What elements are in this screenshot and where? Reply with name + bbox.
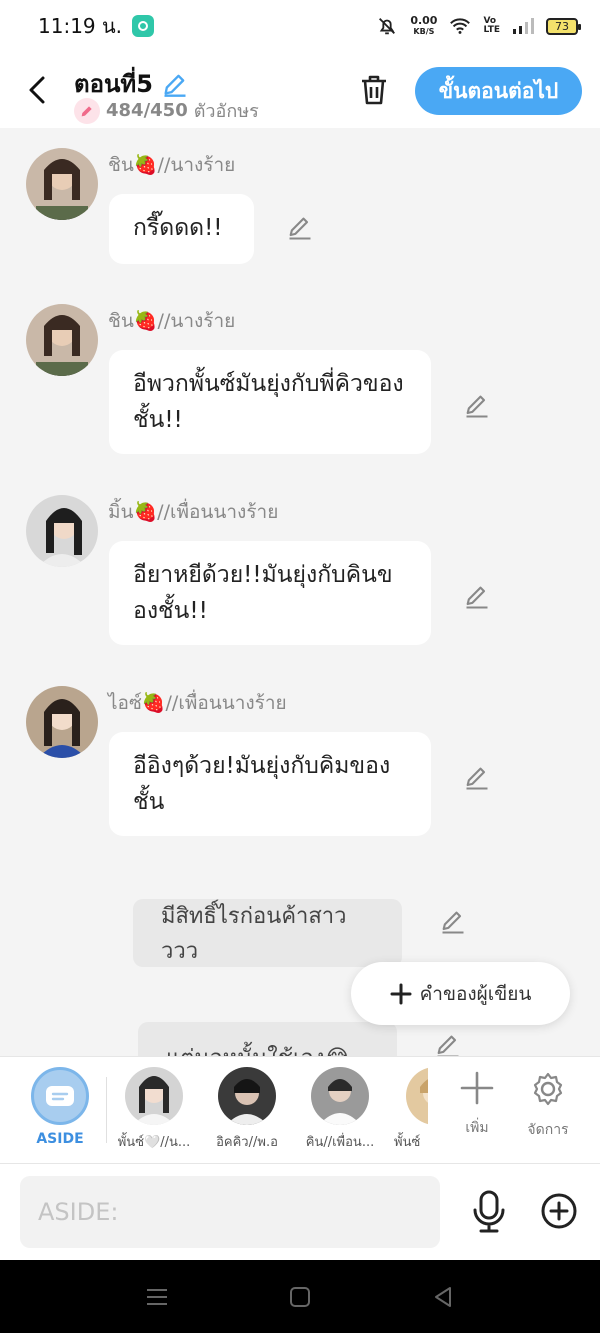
dialogue-bubble[interactable]: อีพวกพั้นซ์มันยุ่งกับพี่คิวของชั้น!! xyxy=(109,350,431,454)
avatar[interactable] xyxy=(26,148,98,220)
character-selector-label: คิน//เพื่อน... xyxy=(305,1135,375,1150)
character-selector-item[interactable]: คิน//เพื่อน... xyxy=(298,1067,382,1152)
aside-selector[interactable]: ASIDE xyxy=(18,1067,102,1147)
volte-icon: Vo LTE xyxy=(483,16,500,35)
aside-chat-icon xyxy=(46,1086,74,1106)
gear-icon xyxy=(533,1072,563,1106)
avatar xyxy=(125,1067,183,1125)
character-selector-label: พั้นซ์🤍//น... xyxy=(117,1135,191,1150)
message-input[interactable] xyxy=(20,1176,440,1248)
home-icon[interactable] xyxy=(285,1282,315,1312)
battery-icon: 73 xyxy=(546,17,581,35)
system-nav-bar xyxy=(0,1260,600,1333)
add-character-button[interactable]: เพิ่ม xyxy=(441,1071,513,1139)
edit-icon[interactable] xyxy=(463,764,491,792)
app-notification-icon xyxy=(132,15,155,37)
char-count: 484/450 xyxy=(106,100,188,121)
character-selector-label: อิคคิว//พ.อ xyxy=(216,1135,278,1150)
dialogue-bubble[interactable]: อีอิงๆด้วย!มันยุ่งกับคิมของชั้น xyxy=(109,732,431,836)
character-selector-item[interactable]: อิคคิว//พ.อ xyxy=(205,1067,289,1152)
status-time: 11:19 น. xyxy=(38,14,123,38)
network-speed: 0.00 KB/S xyxy=(410,14,438,36)
mute-bell-icon xyxy=(379,18,396,35)
signal-icon xyxy=(513,18,534,34)
dialogue-bubble[interactable]: กรี๊ดดด!! xyxy=(109,194,254,264)
menu-icon[interactable] xyxy=(142,1282,172,1312)
avatar[interactable] xyxy=(26,686,98,758)
author-words-label: คำของผู้เขียน xyxy=(419,982,532,1005)
edit-icon[interactable] xyxy=(463,583,491,611)
aside-selector-label: ASIDE xyxy=(36,1131,84,1147)
add-character-label: เพิ่ม xyxy=(465,1120,489,1136)
avatar xyxy=(311,1067,369,1125)
delete-button[interactable] xyxy=(356,72,392,108)
edit-icon[interactable] xyxy=(463,392,491,420)
aside-bubble[interactable]: มีสิทธิ์ไรก่อนค้าสาวววว xyxy=(133,899,402,967)
add-circle-icon[interactable] xyxy=(540,1192,578,1230)
manage-characters-button[interactable]: จัดการ xyxy=(512,1071,584,1141)
status-bar: 11:19 น. 0.00 KB/S Vo LTE 73 xyxy=(0,0,600,52)
wifi-icon xyxy=(450,18,471,34)
next-step-button[interactable]: ขั้นตอนต่อไป xyxy=(415,67,582,115)
chevron-left-icon xyxy=(29,76,45,104)
char-count-label: ตัวอักษร xyxy=(193,101,259,122)
edit-icon[interactable] xyxy=(439,908,467,936)
author-words-button[interactable]: คำของผู้เขียน xyxy=(351,962,570,1025)
char-count-row: 484/450 ตัวอักษร xyxy=(74,96,259,125)
character-selector-item[interactable]: พั้นซ์🤍//น... xyxy=(112,1067,196,1152)
avatar xyxy=(218,1067,276,1125)
character-selector-item[interactable]: พั้นซ์ xyxy=(388,1067,428,1152)
edit-icon[interactable] xyxy=(286,214,314,242)
aside-ring xyxy=(31,1067,89,1125)
character-selector-bar: ASIDE พั้นซ์🤍//น... อิคคิว//พ.อ คิน//เพื… xyxy=(0,1056,600,1164)
character-name: ชิน🍓//นางร้าย xyxy=(108,310,236,332)
character-name: มิ้น🍓//เพื่อนนางร้าย xyxy=(108,501,279,523)
back-triangle-icon[interactable] xyxy=(428,1282,458,1312)
character-selector-label: พั้นซ์ xyxy=(394,1135,421,1150)
avatar[interactable] xyxy=(26,304,98,376)
back-button[interactable] xyxy=(22,70,52,110)
plus-icon xyxy=(390,983,412,1004)
app-header: ตอนที่5 484/450 ตัวอักษร ขั้นตอนต่อไป xyxy=(0,52,600,128)
trash-icon xyxy=(362,75,386,105)
status-icons: 0.00 KB/S Vo LTE 73 xyxy=(376,14,581,37)
chat-area[interactable]: ชิน🍓//นางร้าย กรี๊ดดด!! ชิน🍓//นางร้าย อี… xyxy=(0,128,600,1056)
avatar[interactable] xyxy=(26,495,98,567)
edit-icon[interactable] xyxy=(434,1032,462,1056)
microphone-icon[interactable] xyxy=(470,1190,508,1234)
edit-title-icon[interactable] xyxy=(161,70,189,98)
avatar xyxy=(406,1067,428,1125)
divider xyxy=(106,1077,107,1143)
character-name: ไอซ์🍓//เพื่อนนางร้าย xyxy=(108,692,287,714)
pencil-badge-icon xyxy=(74,97,100,124)
character-name: ชิน🍓//นางร้าย xyxy=(108,154,236,176)
plus-icon xyxy=(460,1071,494,1105)
input-bar xyxy=(0,1164,600,1260)
aside-bubble[interactable]: แต่นอหนั้นใช้เอง😂 xyxy=(138,1022,397,1056)
manage-characters-label: จัดการ xyxy=(527,1122,569,1138)
dialogue-bubble[interactable]: อียาหยีด้วย!!มันยุ่งกับคินของชั้น!! xyxy=(109,541,431,645)
